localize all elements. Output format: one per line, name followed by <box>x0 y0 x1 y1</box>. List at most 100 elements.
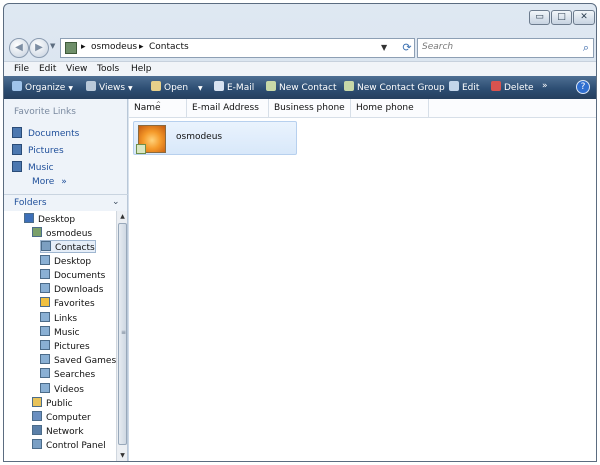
address-bar[interactable]: ▸ osmodeus ▸ Contacts ▼ ⟳ <box>60 38 415 58</box>
tree-item-desktop[interactable]: Desktop <box>24 213 75 226</box>
scrollbar-grip-icon: ≡ <box>120 329 127 336</box>
tree-item-searches[interactable]: Searches <box>40 368 95 381</box>
help-icon[interactable]: ? <box>576 80 590 94</box>
scroll-down-icon[interactable]: ▼ <box>117 450 128 461</box>
network-icon <box>32 425 42 435</box>
favorite-link-pictures[interactable]: Pictures <box>12 144 64 158</box>
menu-edit[interactable]: Edit <box>39 64 56 74</box>
menu-bar: File Edit View Tools Help <box>4 61 596 76</box>
email-icon <box>214 81 224 91</box>
control-panel-icon <box>32 439 42 449</box>
menu-help[interactable]: Help <box>131 64 152 74</box>
favorite-link-documents[interactable]: Documents <box>12 127 79 141</box>
menu-view[interactable]: View <box>66 64 87 74</box>
scroll-up-icon[interactable]: ▲ <box>117 211 128 222</box>
desktop-folder-icon <box>40 255 50 265</box>
address-dropdown-icon[interactable]: ▼ <box>381 43 387 52</box>
navigation-bar: ◀ ▶ ▼ ▸ osmodeus ▸ Contacts ▼ ⟳ Search ⌕ <box>4 34 596 62</box>
new-contact-icon <box>266 81 276 91</box>
documents-icon <box>12 127 22 138</box>
toolbar-overflow-button[interactable]: » <box>542 81 548 94</box>
chevron-down-icon: ▼ <box>68 85 73 92</box>
explorer-window: ▭ □ ✕ ◀ ▶ ▼ ▸ osmodeus ▸ Contacts ▼ ⟳ Se… <box>3 3 597 462</box>
folder-tree: Desktop osmodeus Contacts Desktop Docume… <box>4 211 116 461</box>
refresh-icon[interactable]: ⟳ <box>398 40 416 56</box>
column-name[interactable]: Name ^ <box>129 99 187 118</box>
back-button[interactable]: ◀ <box>9 38 29 58</box>
tree-item-favorites[interactable]: Favorites <box>40 297 95 310</box>
chevron-down-icon[interactable]: ⌄ <box>112 197 120 207</box>
music-icon <box>12 161 22 172</box>
chevron-down-icon: ▼ <box>128 85 133 92</box>
back-arrow-icon: ◀ <box>15 42 23 53</box>
links-icon <box>40 312 50 322</box>
favorite-link-music[interactable]: Music <box>12 161 54 175</box>
tree-item-control-panel[interactable]: Control Panel <box>32 439 106 452</box>
edit-button[interactable]: Edit <box>449 81 479 94</box>
user-folder-icon <box>32 227 42 237</box>
column-email-address[interactable]: E-mail Address <box>187 99 269 118</box>
tree-item-network[interactable]: Network <box>32 425 84 438</box>
favorites-icon <box>40 297 50 307</box>
folders-header[interactable]: Folders ⌄ <box>4 194 128 212</box>
tree-item-contacts[interactable]: Contacts <box>40 240 96 253</box>
search-box[interactable]: Search ⌕ <box>417 38 594 58</box>
close-button[interactable]: ✕ <box>573 10 595 25</box>
open-button[interactable]: Open ▼ <box>151 81 203 94</box>
tree-item-public[interactable]: Public <box>32 397 73 410</box>
chevron-down-icon: ▼ <box>198 85 203 92</box>
videos-icon <box>40 383 50 393</box>
email-button[interactable]: E-Mail <box>214 81 254 94</box>
organize-icon <box>12 81 22 91</box>
contact-name: osmodeus <box>176 132 223 142</box>
pictures-icon <box>12 144 22 155</box>
tree-item-pictures[interactable]: Pictures <box>40 340 90 353</box>
music-icon <box>40 326 50 336</box>
sort-ascending-icon: ^ <box>156 101 162 108</box>
tree-item-saved-games[interactable]: Saved Games <box>40 354 116 367</box>
contact-card-icon <box>136 144 146 154</box>
tree-item-osmodeus[interactable]: osmodeus <box>32 227 92 240</box>
recent-pages-dropdown[interactable]: ▼ <box>50 42 55 50</box>
contact-item[interactable]: osmodeus <box>133 121 297 155</box>
search-icon[interactable]: ⌕ <box>583 41 589 55</box>
downloads-icon <box>40 283 50 293</box>
maximize-button[interactable]: □ <box>551 10 572 25</box>
column-header-row: Name ^ E-mail Address Business phone Home… <box>129 99 596 118</box>
search-placeholder[interactable]: Search <box>422 42 453 52</box>
delete-icon <box>491 81 501 91</box>
tree-item-downloads[interactable]: Downloads <box>40 283 103 296</box>
views-button[interactable]: Views ▼ <box>86 81 133 94</box>
delete-button[interactable]: Delete <box>491 81 534 94</box>
tree-item-documents[interactable]: Documents <box>40 269 105 282</box>
tree-item-desktop-folder[interactable]: Desktop <box>40 255 91 268</box>
new-contact-group-button[interactable]: New Contact Group <box>344 81 445 94</box>
menu-tools[interactable]: Tools <box>97 64 119 74</box>
more-links[interactable]: More » <box>32 177 67 187</box>
maximize-icon: □ <box>557 12 566 22</box>
forward-button[interactable]: ▶ <box>29 38 49 58</box>
folder-tree-scrollbar[interactable]: ▲ ≡ ▼ <box>116 211 127 461</box>
open-icon <box>151 81 161 91</box>
crumb-separator[interactable]: ▸ <box>139 42 144 52</box>
column-business-phone[interactable]: Business phone <box>269 99 351 118</box>
crumb-separator[interactable]: ▸ <box>81 42 86 52</box>
tree-item-computer[interactable]: Computer <box>32 411 91 424</box>
column-home-phone[interactable]: Home phone <box>351 99 429 118</box>
new-contact-group-icon <box>344 81 354 91</box>
new-contact-button[interactable]: New Contact <box>266 81 337 94</box>
breadcrumb-osmodeus[interactable]: osmodeus <box>91 42 137 52</box>
desktop-icon <box>24 213 34 223</box>
breadcrumb-contacts[interactable]: Contacts <box>149 42 189 52</box>
forward-arrow-icon: ▶ <box>35 42 43 53</box>
minimize-icon: ▭ <box>535 12 544 22</box>
saved-games-icon <box>40 354 50 364</box>
tree-item-music[interactable]: Music <box>40 326 80 339</box>
minimize-button[interactable]: ▭ <box>529 10 550 25</box>
scrollbar-thumb[interactable]: ≡ <box>118 223 127 445</box>
tree-item-videos[interactable]: Videos <box>40 383 84 396</box>
menu-file[interactable]: File <box>14 64 29 74</box>
views-icon <box>86 81 96 91</box>
tree-item-links[interactable]: Links <box>40 312 77 325</box>
organize-button[interactable]: Organize ▼ <box>12 81 73 94</box>
